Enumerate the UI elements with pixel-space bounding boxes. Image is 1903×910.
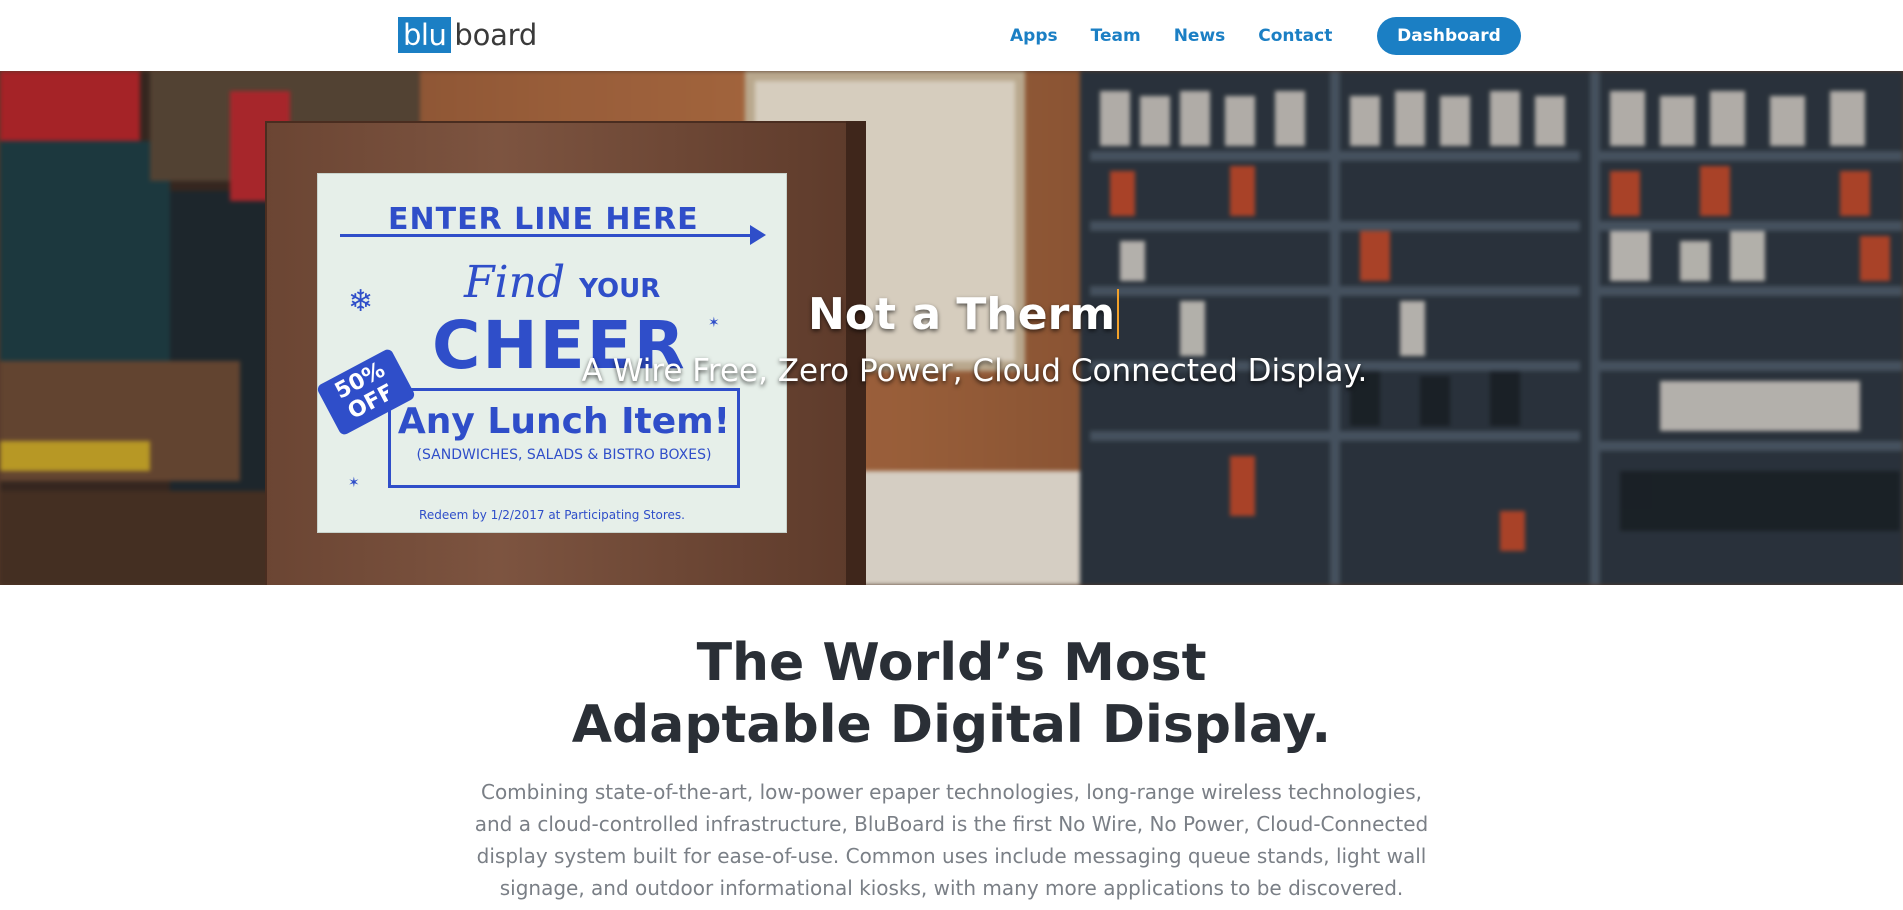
nav-link-news[interactable]: News [1174, 26, 1226, 46]
sign-lunch-text: Any Lunch Item! [397, 401, 731, 442]
hero-banner: ENTER LINE HERE Find YOUR CHEER ❄ ✶ ✶ 50… [0, 71, 1903, 585]
logo-board-text: board [454, 18, 538, 52]
sign-sub-text: (SANDWICHES, SALADS & BISTRO BOXES) [416, 447, 712, 463]
nav-link-team[interactable]: Team [1091, 26, 1141, 46]
hero-subtitle: A Wire Free, Zero Power, Cloud Connected… [581, 353, 1368, 389]
sign-find-text: Find YOUR [464, 261, 768, 311]
sign-redeem-text: Redeem by 1/2/2017 at Participating Stor… [419, 508, 685, 522]
typing-cursor [1117, 289, 1120, 339]
sign-line-text: ENTER LINE HERE [388, 202, 699, 237]
hero-typed-title: Not a Therm [808, 289, 1120, 340]
arrow-icon [340, 225, 766, 245]
star-icon: ✶ [708, 314, 720, 330]
section-heading: The World’s Most Adaptable Digital Displ… [0, 632, 1903, 756]
logo-blu-text: blu [398, 17, 452, 53]
dashboard-button[interactable]: Dashboard [1377, 17, 1521, 55]
star-icon: ✶ [348, 474, 360, 490]
snowflake-icon: ❄ [348, 285, 374, 318]
section-heading-line1: The World’s Most [696, 633, 1207, 693]
nav-links: Apps Team News Contact [1010, 0, 1365, 71]
nav-link-apps[interactable]: Apps [1010, 26, 1058, 46]
section-description: Combining state-of-the-art, low-power ep… [474, 780, 1429, 900]
bluboard-logo[interactable]: blu board [398, 17, 537, 53]
top-navbar: blu board Apps Team News Contact Dashboa… [0, 0, 1903, 71]
section-heading-line2: Adaptable Digital Display. [571, 695, 1332, 755]
sign-find-word: Find [464, 257, 566, 308]
sign-your-word: YOUR [579, 274, 661, 304]
nav-link-contact[interactable]: Contact [1258, 26, 1332, 46]
sign-offer-box: Any Lunch Item! (SANDWICHES, SALADS & BI… [388, 388, 740, 488]
hero-title-text: Not a Therm [808, 289, 1116, 340]
